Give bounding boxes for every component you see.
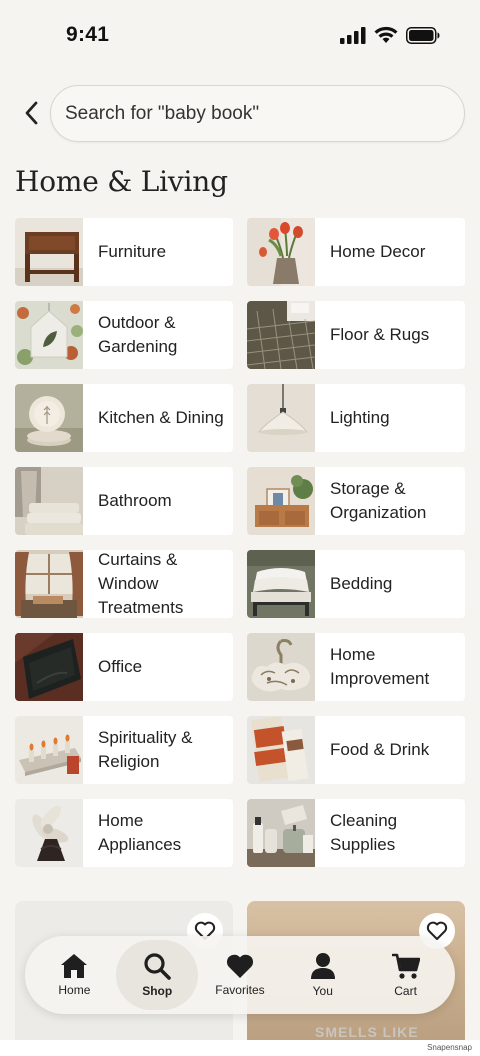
search-bar[interactable] (50, 85, 465, 142)
status-bar: 9:41 (0, 0, 480, 70)
cleaning-thumb (247, 799, 315, 867)
home-decor-thumb (247, 218, 315, 286)
promo-text: SMELLS LIKE (315, 1024, 419, 1040)
footer-strip: Snapensnap (0, 1040, 480, 1056)
status-icons (340, 26, 440, 44)
storage-thumb (247, 467, 315, 535)
tab-home[interactable]: Home (33, 940, 115, 1010)
food-drink-thumb (247, 716, 315, 784)
category-card-bedding[interactable]: Bedding (247, 550, 465, 618)
person-icon (310, 953, 335, 979)
tab-label: You (312, 984, 333, 998)
category-card-lighting[interactable]: Lighting (247, 384, 465, 452)
category-card-food-drink[interactable]: Food & Drink (247, 716, 465, 784)
appliances-thumb (15, 799, 83, 867)
category-label: Floor & Rugs (330, 325, 430, 344)
tab-bar: Home Shop Favorites You Cart (25, 936, 455, 1014)
office-thumb (15, 633, 83, 701)
category-label: Home Appliances (98, 811, 182, 854)
category-card-bathroom[interactable]: Bathroom (15, 467, 233, 535)
tab-label: Shop (142, 984, 173, 998)
category-label: Bathroom (98, 491, 172, 510)
category-label: Outdoor & Gardening (98, 313, 178, 356)
category-card-floor-rugs[interactable]: Floor & Rugs (247, 301, 465, 369)
tab-favorites[interactable]: Favorites (199, 940, 281, 1010)
bathroom-thumb (15, 467, 83, 535)
category-label: Lighting (330, 408, 390, 427)
home-improvement-thumb (247, 633, 315, 701)
page-title: Home & Living (15, 165, 228, 198)
tab-you[interactable]: You (282, 940, 364, 1010)
cart-icon (391, 953, 420, 979)
category-card-office[interactable]: Office (15, 633, 233, 701)
tab-cart[interactable]: Cart (365, 940, 447, 1010)
kitchen-thumb (15, 384, 83, 452)
category-card-home-decor[interactable]: Home Decor (247, 218, 465, 286)
tab-label: Home (58, 983, 91, 997)
furniture-thumb (15, 218, 83, 286)
category-label: Spirituality & Religion (98, 728, 193, 771)
category-label: Food & Drink (330, 740, 430, 759)
home-icon (61, 954, 88, 978)
category-label: Furniture (98, 242, 167, 261)
tab-shop[interactable]: Shop (116, 940, 199, 1010)
category-card-cleaning-supplies[interactable]: Cleaning Supplies (247, 799, 465, 867)
category-card-home-improvement[interactable]: Home Improvement (247, 633, 465, 701)
category-card-kitchen-dining[interactable]: Kitchen & Dining (15, 384, 233, 452)
search-input[interactable] (51, 86, 464, 141)
tab-label: Cart (394, 984, 417, 998)
category-label: Kitchen & Dining (98, 408, 224, 427)
category-label: Curtains & Window Treatments (98, 550, 184, 617)
wifi-icon (374, 26, 398, 43)
lighting-thumb (247, 384, 315, 452)
category-label: Office (98, 657, 143, 676)
category-label: Home Improvement (330, 645, 430, 688)
category-card-spirituality[interactable]: Spirituality & Religion (15, 716, 233, 784)
category-card-home-appliances[interactable]: Home Appliances (15, 799, 233, 867)
bedding-thumb (247, 550, 315, 618)
rugs-thumb (247, 301, 315, 369)
category-label: Cleaning Supplies (330, 811, 398, 854)
category-label: Bedding (330, 574, 393, 593)
chevron-left-icon (25, 101, 38, 125)
tab-label: Favorites (215, 983, 265, 997)
category-card-curtains[interactable]: Curtains & Window Treatments (15, 550, 233, 618)
signal-icon (340, 26, 366, 44)
curtains-thumb (15, 550, 83, 618)
back-button[interactable] (18, 98, 44, 128)
category-grid: Furniture Home Decor Outdoor & Gardening… (15, 218, 465, 867)
heart-icon (226, 954, 254, 978)
category-card-furniture[interactable]: Furniture (15, 218, 233, 286)
category-label: Home Decor (330, 242, 426, 261)
battery-icon (406, 26, 440, 44)
category-card-outdoor-gardening[interactable]: Outdoor & Gardening (15, 301, 233, 369)
category-card-storage-organization[interactable]: Storage & Organization (247, 467, 465, 535)
footer-credit: Snapensnap (427, 1043, 472, 1052)
spirituality-thumb (15, 716, 83, 784)
category-label: Storage & Organization (330, 479, 427, 522)
status-time: 9:41 (66, 23, 110, 46)
outdoor-thumb (15, 301, 83, 369)
search-icon (144, 953, 171, 980)
